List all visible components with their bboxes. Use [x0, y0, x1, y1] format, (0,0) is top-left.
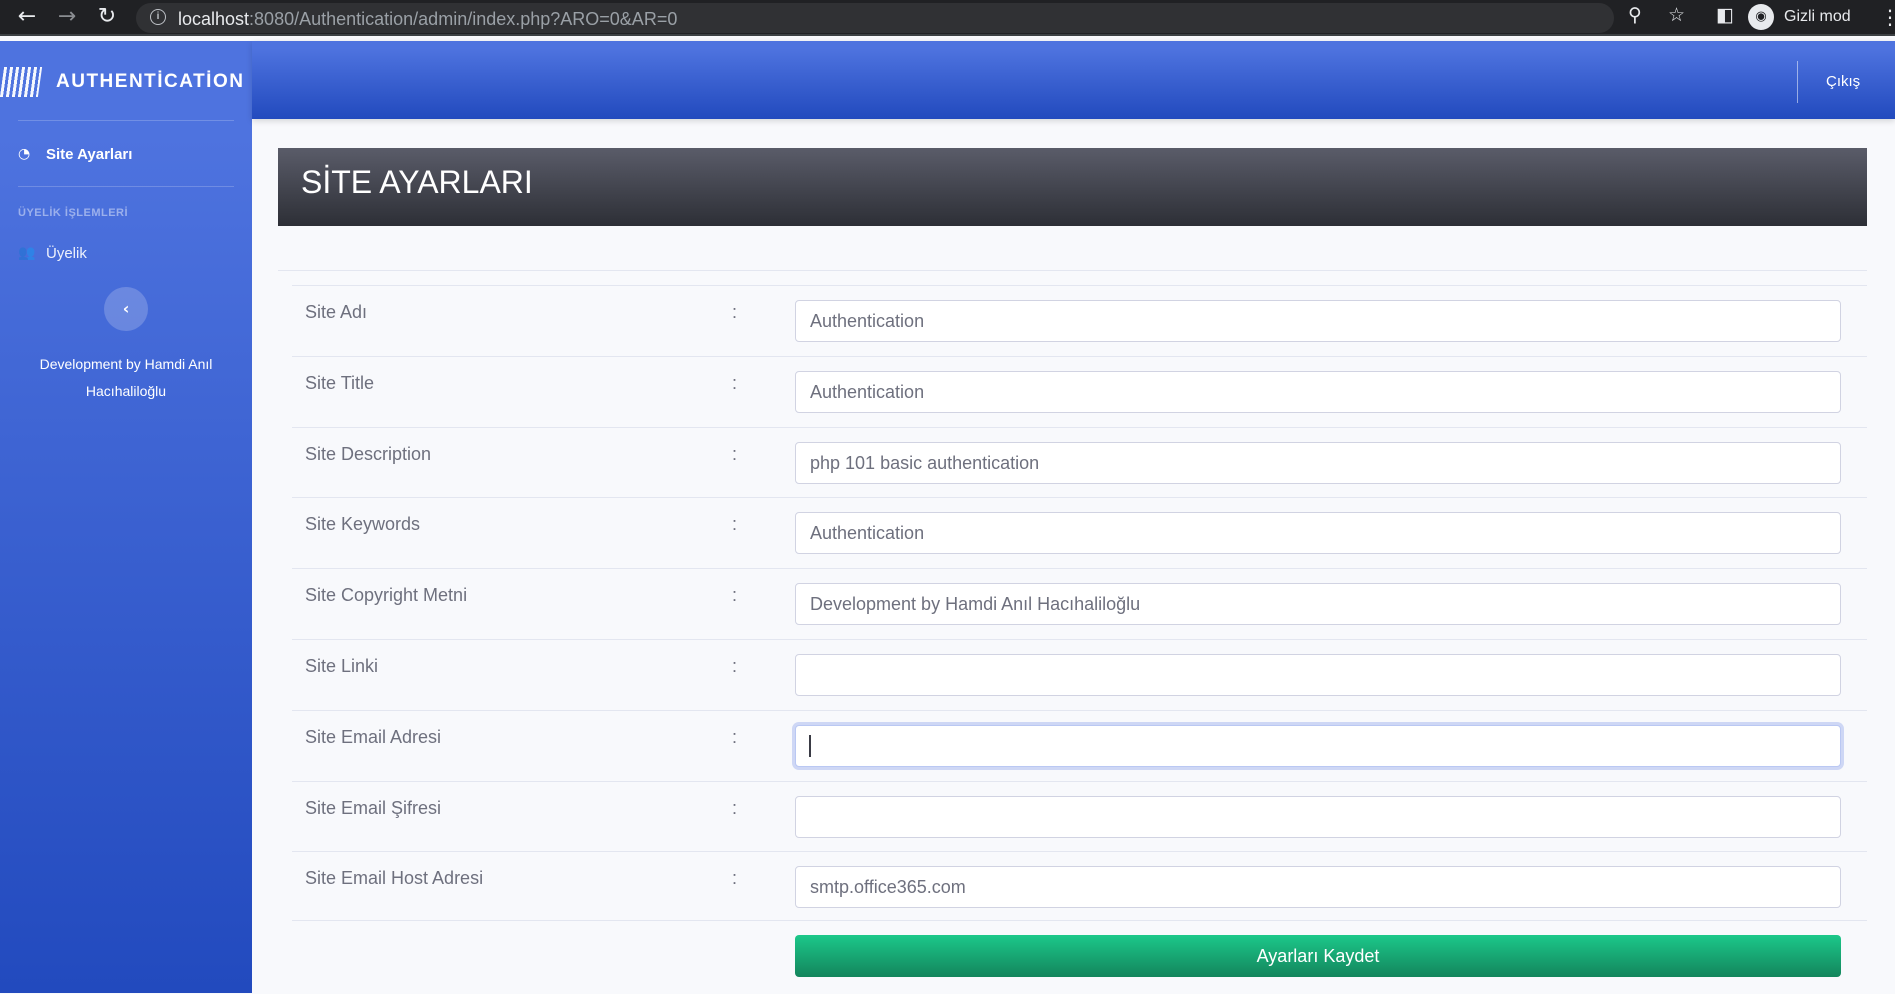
site-link-input[interactable]	[795, 654, 1841, 696]
url-path: :8080/Authentication/admin/index.php?ARO…	[249, 9, 678, 29]
back-arrow-icon[interactable]: ←	[14, 4, 40, 30]
site-title-input[interactable]	[795, 371, 1841, 413]
field-colon: :	[732, 798, 738, 818]
url-text[interactable]: localhost:8080/Authentication/admin/inde…	[178, 9, 677, 30]
field-label: Site Copyright Metni	[305, 585, 468, 605]
star-icon[interactable]: ☆	[1668, 4, 1685, 26]
field-colon: :	[732, 302, 738, 322]
sidebar-divider	[18, 120, 234, 121]
sidebar-item-uyelik[interactable]: 👥 Üyelik	[18, 241, 87, 265]
incognito-indicator[interactable]: ◉ Gizli mod	[1748, 4, 1872, 30]
sidebar-heading: ÜYELİK İŞLEMLERİ	[18, 207, 129, 219]
incognito-icon: ◉	[1748, 4, 1774, 30]
form-row-site-adi: Site Adı :	[292, 285, 1867, 357]
sidebar-divider	[18, 186, 234, 187]
info-icon[interactable]: i	[150, 9, 166, 25]
page-title: SİTE AYARLARI	[301, 164, 533, 200]
site-name-input[interactable]	[795, 300, 1841, 342]
topbar: Çıkış	[252, 41, 1895, 119]
field-colon: :	[732, 514, 738, 534]
logout-link[interactable]: Çıkış	[1826, 73, 1860, 90]
forward-arrow-icon[interactable]: →	[54, 4, 80, 30]
field-colon: :	[732, 585, 738, 605]
users-icon: 👥	[18, 245, 36, 261]
text-caret	[809, 735, 811, 757]
form-row-save: Ayarları Kaydet	[292, 920, 1867, 994]
sidebar-item-site-ayarlari[interactable]: ◔ Site Ayarları	[18, 142, 132, 166]
form-row-site-keywords: Site Keywords :	[292, 497, 1867, 569]
page-header: SİTE AYARLARI	[278, 148, 1867, 226]
field-colon: :	[732, 444, 738, 464]
reload-icon[interactable]: ↻	[94, 4, 120, 30]
dashboard-icon: ◔	[18, 146, 31, 162]
field-label: Site Email Host Adresi	[305, 868, 484, 888]
sidebar-item-label: Üyelik	[46, 244, 87, 262]
field-colon: :	[732, 656, 738, 676]
site-keywords-input[interactable]	[795, 512, 1841, 554]
footer-line-1: Development by Hamdi Anıl	[39, 356, 213, 372]
content-divider	[278, 270, 1867, 271]
site-email-password-input[interactable]	[795, 796, 1841, 838]
field-label: Site Email Adresi	[305, 727, 442, 747]
form-row-site-email: Site Email Adresi :	[292, 710, 1867, 782]
field-colon: :	[732, 727, 738, 747]
form-row-site-link: Site Linki :	[292, 639, 1867, 711]
site-description-input[interactable]	[795, 442, 1841, 484]
save-settings-button[interactable]: Ayarları Kaydet	[795, 935, 1841, 977]
menu-dots-icon[interactable]: ⋮	[1880, 5, 1895, 29]
field-label: Site Linki	[305, 656, 379, 676]
field-colon: :	[732, 868, 738, 888]
form-row-site-copyright: Site Copyright Metni :	[292, 568, 1867, 640]
barcode-logo-icon	[0, 67, 43, 97]
brand-title: AUTHENTİCATİON	[56, 71, 245, 92]
sidebar-item-label: Site Ayarları	[46, 145, 133, 163]
field-label: Site Title	[305, 373, 375, 393]
field-label: Site Description	[305, 444, 432, 464]
sidebar-toggle-button[interactable]: ‹	[104, 287, 148, 331]
field-colon: :	[732, 373, 738, 393]
sidebar: AUTHENTİCATİON ◔ Site Ayarları ÜYELİK İŞ…	[0, 41, 252, 993]
zoom-icon[interactable]: ⚲	[1628, 4, 1642, 26]
browser-toolbar: ← → ↻ i localhost:8080/Authentication/ad…	[0, 0, 1895, 36]
form-row-site-email-password: Site Email Şifresi :	[292, 781, 1867, 853]
sidebar-brand[interactable]: AUTHENTİCATİON	[0, 61, 252, 103]
field-label: Site Email Şifresi	[305, 798, 442, 818]
form-row-site-description: Site Description :	[292, 427, 1867, 499]
address-bar[interactable]: i localhost:8080/Authentication/admin/in…	[136, 3, 1614, 33]
form-row-site-title: Site Title :	[292, 356, 1867, 428]
form-row-site-email-host: Site Email Host Adresi :	[292, 851, 1867, 923]
sidepanel-icon[interactable]: ◧	[1716, 4, 1734, 26]
topbar-divider	[1797, 61, 1798, 103]
site-email-host-input[interactable]	[795, 866, 1841, 908]
footer-line-2: Hacıhaliloğlu	[85, 383, 167, 399]
incognito-label: Gizli mod	[1784, 8, 1851, 25]
site-email-input[interactable]	[795, 725, 1841, 767]
site-copyright-input[interactable]	[795, 583, 1841, 625]
url-host: localhost	[178, 9, 250, 29]
field-label: Site Keywords	[305, 514, 421, 534]
sidebar-footer: Development by Hamdi Anıl Hacıhaliloğlu	[0, 351, 252, 405]
field-label: Site Adı	[305, 302, 368, 322]
